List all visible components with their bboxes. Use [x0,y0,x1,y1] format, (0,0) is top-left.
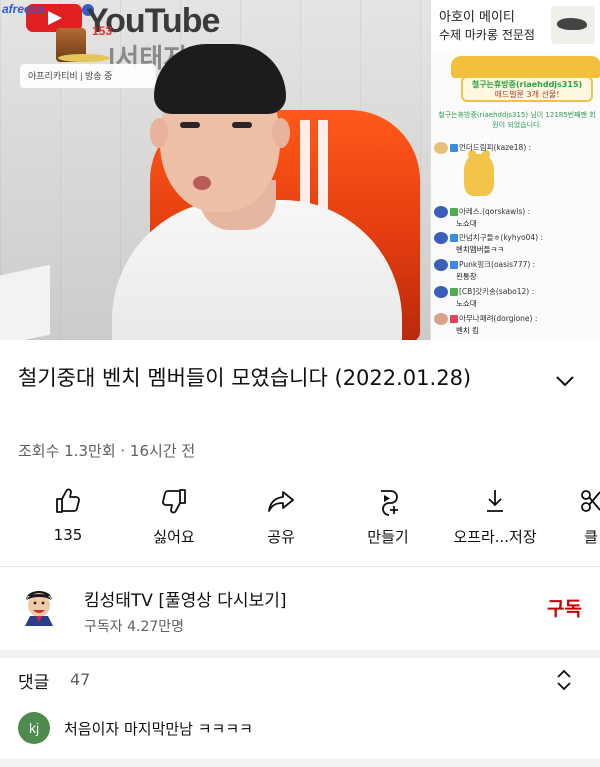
chat-user-avatar-icon [434,259,448,271]
whale-logo-icon [551,6,595,44]
share-button[interactable]: 공유 [226,478,336,554]
rank-number: 153 [92,24,113,38]
chat-user: 아레스.(qorskawls) : [459,207,531,216]
chat-badge-icon [450,208,458,216]
chat-message: 아레스.(qorskawls) : 노쇼대 [434,206,596,229]
share-label: 공유 [267,528,295,546]
download-icon [487,490,503,512]
streamer-ear [150,118,168,148]
section-divider [0,650,600,658]
chat-notice: 철구는휴방중(riaehddjs315) 님이 12185번째팬 회원이 되었습… [438,111,596,129]
subscribe-button[interactable]: 구독 [547,594,582,621]
chat-badge-icon [450,315,458,323]
channel-avatar[interactable] [20,586,58,626]
chat-message: 만넘치구들ㅎ(kyhyo04) : 벤치멤버들ㅋㅋ [434,232,596,255]
create-icon [381,490,398,516]
chat-user: Punk핑크(oasis777) : [459,260,536,269]
create-button[interactable]: 만들기 [333,478,443,554]
chat-badge-icon [450,261,458,269]
clip-icon [581,490,600,512]
streamer-eye [180,122,200,128]
clip-label: 클 [584,528,598,546]
streamer-hair [154,44,286,114]
chevron-down-icon [556,376,574,387]
streamer-eye [232,122,252,128]
chat-message: Punk핑크(oasis777) : 왼통창 [434,259,596,282]
chat-badge-icon [450,234,458,242]
comment-avatar: kj [18,712,50,744]
chat-user-avatar-icon [434,286,448,298]
gift-banner [451,56,600,78]
chat-header-line1: 아호이 메이티 [439,10,515,25]
thumbs-up-icon [56,488,80,513]
subscriber-count: 구독자 4.27만명 [84,619,185,635]
share-icon [268,491,294,512]
chat-user: 언더드림피(kaze18) : [459,143,532,152]
chat-user: 만넘치구들ㅎ(kyhyo04) : [459,233,544,242]
chat-message: [CB]갓키송(sabo12) : 노쇼대 [434,286,596,309]
like-button[interactable]: 135 [13,478,123,554]
chat-text: 노쇼대 [456,219,477,228]
gift-user: 철구는휴방중(riaehddjs315) [471,80,583,89]
chat-user-avatar-icon [434,232,448,244]
chat-text: 벤치 킴 [456,326,480,335]
chat-badge-icon [450,288,458,296]
offline-save-button[interactable]: 오프라...저장 [440,478,550,554]
unfold-icon [557,669,571,691]
streamer-ear [272,118,290,148]
streamer-mouth [193,176,211,190]
chat-user-avatar-icon [434,313,448,325]
dislike-button[interactable]: 싫어요 [119,478,229,554]
clip-button[interactable]: 클 [546,478,600,554]
create-label: 만들기 [367,528,409,546]
chat-message: 언더드림피(kaze18) : [434,142,596,154]
chat-header-line2: 수제 마카롱 전문점 [439,28,535,42]
chat-badge-icon [450,144,458,152]
channel-avatar-icon [20,586,58,626]
chat-user-avatar-icon [434,142,448,154]
like-count: 135 [53,526,83,544]
thumbs-down-icon [162,489,186,514]
stream-label: 아프리카티비 | 방송 중 [20,64,156,88]
chat-text: 벤치멤버들ㅋㅋ [456,245,505,254]
chat-user: [CB]갓키송(sabo12) : [459,287,535,296]
chat-user: 아무나패려(dorgione) : [459,314,538,323]
afreeca-brand: afreeca [2,2,45,16]
channel-row[interactable]: 킴성태TV [풀영상 다시보기] 구독자 4.27만명 구독 [0,570,600,650]
video-title[interactable]: 철기중대 벤치 멤버들이 모였습니다 (2022.01.28) [18,362,538,394]
rank-base [58,54,110,62]
gift-text: 애드벌룬 3개 선물! [494,90,560,99]
video-meta: 조회수 1.3만회 · 16시간 전 [18,442,196,460]
divider [0,566,600,567]
action-bar: 135 싫어요 공유 만들기 오프라...저장 클 [0,478,600,554]
gift-message: 철구는휴방중(riaehddjs315) 애드벌룬 3개 선물! [461,76,593,102]
chat-text: 노쇼대 [456,299,477,308]
chat-message: 아무나패려(dorgione) : 벤치 킴 [434,313,596,336]
bear-sticker-icon [464,150,494,196]
chat-text: 왼통창 [456,272,477,281]
paper-prop [0,264,50,340]
channel-name[interactable]: 킴성태TV [풀영상 다시보기] [84,586,287,611]
video-player[interactable]: afreeca YouTube |서태지 153 아프리카티비 | 방송 중 아… [0,0,600,340]
comments-count: 47 [70,670,91,689]
chat-user-avatar-icon [434,206,448,218]
rank-badge: 153 [56,24,116,62]
expand-description-button[interactable] [552,368,578,394]
comment-preview-text: 처음이자 마지막만남 ㅋㅋㅋㅋ [64,720,253,738]
expand-comments-button[interactable] [552,666,576,694]
offline-save-label: 오프라...저장 [453,528,537,546]
comments-header: 댓글 [18,673,50,693]
chat-header: 아호이 메이티 수제 마카롱 전문점 [431,0,600,52]
section-divider [0,759,600,767]
dislike-label: 싫어요 [153,528,195,546]
